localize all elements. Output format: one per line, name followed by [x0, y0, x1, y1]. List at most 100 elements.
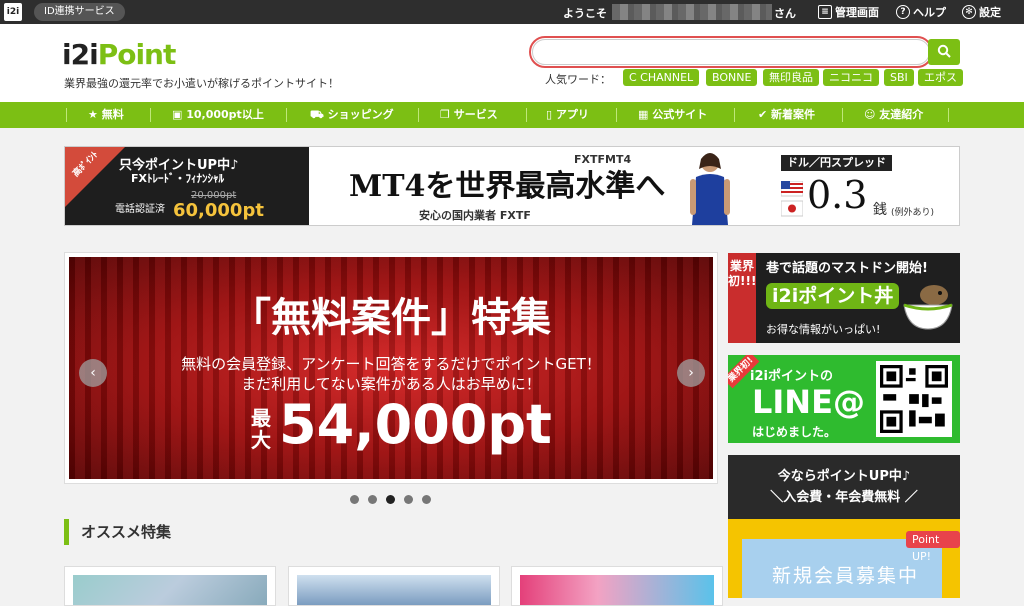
carousel-dot[interactable] [422, 495, 431, 504]
star-icon: ★ [88, 108, 102, 121]
point-up-badge: Point UP! [906, 531, 960, 563]
settings-link[interactable]: ✻ 設定 [962, 4, 1001, 20]
domestic-broker-text: 安心の国内業者 FXTF [419, 209, 531, 222]
i2i-small-logo[interactable]: i2i [4, 3, 22, 21]
question-icon: ? [896, 5, 910, 19]
spread-note: (例外あり) [891, 208, 935, 218]
popular-word[interactable]: BONNE [706, 69, 758, 86]
nav-divider [526, 108, 527, 122]
friends-icon: ☺ [864, 108, 880, 121]
username-redacted [612, 4, 772, 20]
nav-label: サービス [453, 108, 498, 121]
card-thumbnail [73, 575, 267, 605]
carousel-dot[interactable] [368, 495, 377, 504]
fx-point-panel: 高ﾎﾟｲﾝﾄ 只今ポイントUP中♪ FXﾄﾚｰﾄﾞ・ﾌｨﾅﾝｼｬﾙ 20,000… [65, 147, 309, 225]
nav-item-shopping[interactable]: ⛟ ショッピング [310, 102, 394, 128]
help-link[interactable]: ? ヘルプ [896, 4, 946, 20]
nav-label: ショッピング [327, 108, 394, 121]
mastodon-banner[interactable]: 業界初!!! 巷で話題のマストドン開始! i2iポイント丼 お得な情報がいっぱい… [728, 253, 960, 343]
max-amount: 54,000pt [279, 393, 552, 456]
slide-title: 「無料案件」特集 [231, 295, 551, 341]
model-image [690, 153, 730, 225]
phone-icon: ▯ [546, 108, 556, 121]
popular-word[interactable]: SBI [884, 69, 914, 86]
tagline: 業界最強の還元率でお小遣いが稼げるポイントサイト！ [64, 77, 339, 90]
slide-subtitle-2: まだ利用してない案件がある人はお早めに！ [241, 375, 541, 393]
promo-headline: 今ならポイントUP中♪ [777, 469, 911, 484]
nav-divider [734, 108, 735, 122]
popular-word[interactable]: エポス [918, 69, 963, 86]
nav-divider [948, 108, 949, 122]
line-caption: はじめました。 [752, 425, 837, 439]
mastodon-headline: 巷で話題のマストドン開始! [766, 261, 928, 276]
welcome-text: ようこそ [563, 7, 607, 20]
feature-card[interactable] [64, 566, 276, 606]
check-icon: ✔ [758, 108, 772, 121]
cart-icon: ⛟ [310, 108, 328, 121]
popular-word[interactable]: C CHANNEL [623, 69, 700, 86]
main-nav: ★ 無料 ▣ 10,000pt以上 ⛟ ショッピング ❐ サービス ▯ アプリ … [0, 102, 1024, 128]
nav-item-new[interactable]: ✔ 新着案件 [758, 102, 815, 128]
cash-icon: ▣ [172, 108, 187, 121]
spread-unit: 銭 [873, 202, 887, 218]
nav-item-official[interactable]: ▦ 公式サイト [638, 102, 707, 128]
slide-subtitle-1: 無料の会員登録、アンケート回答をするだけでポイントGET！ [181, 355, 601, 373]
nav-item-free[interactable]: ★ 無料 [88, 102, 124, 128]
gear-icon: ✻ [962, 5, 976, 19]
mascot-bowl-icon [903, 285, 953, 330]
nav-item-service[interactable]: ❐ サービス [440, 102, 498, 128]
nav-divider [616, 108, 617, 122]
nav-divider [842, 108, 843, 122]
nav-label: 新着案件 [771, 108, 816, 121]
new-points: 60,000pt [173, 200, 264, 221]
site-header: i2iPoint 業界最強の還元率でお小遣いが稼げるポイントサイト！ 人気ワード… [0, 24, 1024, 102]
nav-divider [150, 108, 151, 122]
admin-link[interactable]: ≡ 管理画面 [818, 4, 879, 20]
mt4-headline: MT4を世界最高水準へ [349, 169, 666, 204]
popular-word[interactable]: ニコニコ [823, 69, 879, 86]
nav-label: 公式サイト [652, 108, 708, 121]
list-icon: ≡ [818, 5, 832, 19]
flag-icons [781, 181, 803, 217]
carousel-dot[interactable] [404, 495, 413, 504]
popular-word[interactable]: 無印良品 [763, 69, 819, 86]
carousel-slide[interactable]: 「無料案件」特集 無料の会員登録、アンケート回答をするだけでポイントGET！ ま… [69, 257, 713, 479]
mastodon-brand: i2iポイント丼 [766, 283, 900, 309]
search-button[interactable] [928, 39, 960, 65]
main-carousel[interactable]: 「無料案件」特集 無料の会員登録、アンケート回答をするだけでポイントGET！ ま… [64, 252, 718, 484]
nav-divider [66, 108, 67, 122]
line-headline: i2iポイントの [750, 369, 833, 384]
prev-arrow-button[interactable]: ‹ [79, 359, 107, 387]
help-label: ヘルプ [913, 6, 946, 19]
nav-item-friends[interactable]: ☺ 友達紹介 [864, 102, 923, 128]
recruiting-text: 新規会員募集中 [772, 565, 920, 587]
nav-divider [418, 108, 419, 122]
popular-words-label: 人気ワード： [545, 73, 611, 86]
membership-promo-banner[interactable]: 今ならポイントUP中♪ ＼入会費・年会費無料 ／ 新規会員募集中 Point U… [728, 455, 960, 598]
card-thumbnail [297, 575, 491, 605]
carousel-dots [350, 495, 431, 507]
site-logo[interactable]: i2iPoint [62, 38, 176, 71]
nav-label: 友達紹介 [879, 108, 924, 121]
carousel-dot[interactable] [350, 495, 359, 504]
feature-card[interactable] [288, 566, 500, 606]
next-arrow-button[interactable]: › [677, 359, 705, 387]
carousel-dot-active[interactable] [386, 495, 395, 504]
nav-item-app[interactable]: ▯ アプリ [546, 102, 589, 128]
logo-i2i: i2i [62, 38, 99, 71]
copy-icon: ❐ [440, 108, 454, 121]
qr-code-icon [880, 365, 948, 433]
fx-ad-banner[interactable]: 高ﾎﾟｲﾝﾄ 只今ポイントUP中♪ FXﾄﾚｰﾄﾞ・ﾌｨﾅﾝｼｬﾙ 20,000… [64, 146, 960, 226]
id-service-button[interactable]: ID連携サービス [34, 3, 125, 21]
feature-card[interactable] [511, 566, 723, 606]
phone-verified-text: 電話認証済 [115, 204, 165, 215]
mastodon-caption: お得な情報がいっぱい! [766, 323, 881, 336]
nav-divider [286, 108, 287, 122]
admin-label: 管理画面 [835, 6, 879, 19]
search-input[interactable] [529, 36, 933, 68]
nav-label: アプリ [555, 108, 589, 121]
nav-item-10000pt[interactable]: ▣ 10,000pt以上 [172, 102, 264, 128]
top-bar: i2i ID連携サービス ようこそ さん ≡ 管理画面 ? ヘルプ ✻ 設定 [0, 0, 1024, 24]
spread-label: ドル／円スプレッド [781, 155, 892, 171]
line-at-banner[interactable]: 業界初! i2iポイントの LINE@ はじめました。 [728, 355, 960, 443]
